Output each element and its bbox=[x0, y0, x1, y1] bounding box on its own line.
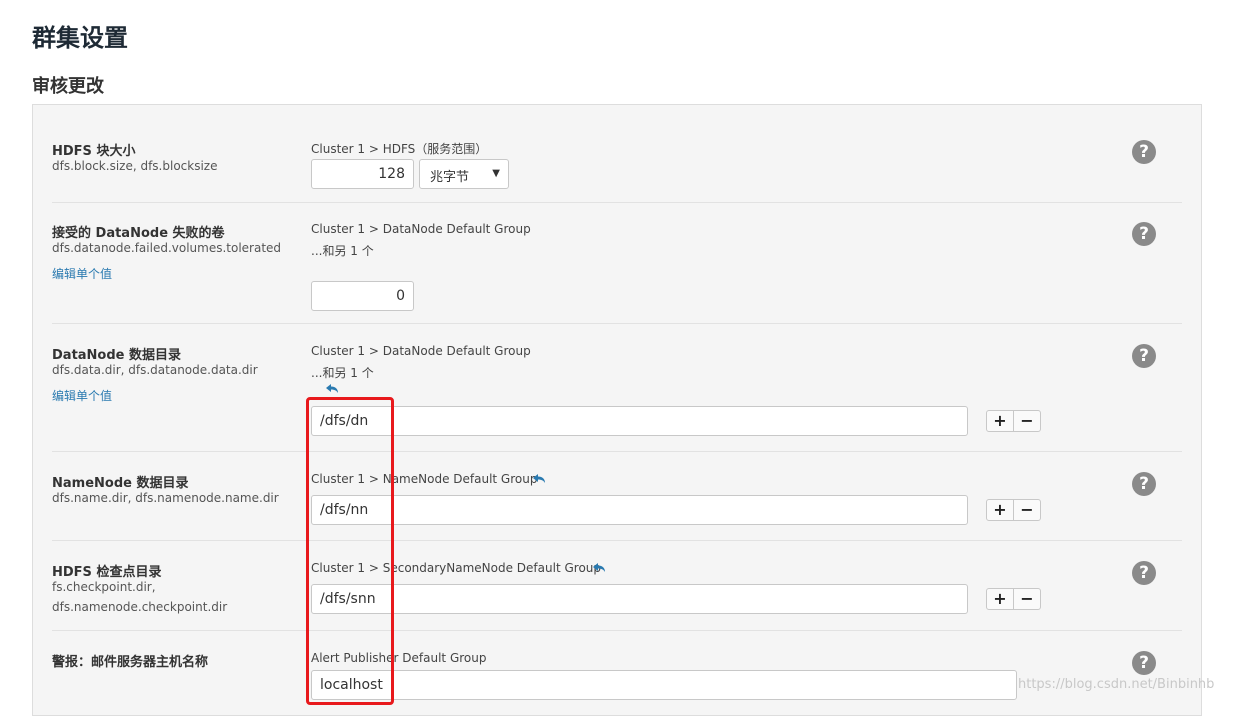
help-icon[interactable]: ? bbox=[1132, 651, 1156, 675]
setting-keys: dfs.name.dir, dfs.namenode.name.dir bbox=[52, 491, 279, 505]
checkpoint-dir-input[interactable] bbox=[311, 584, 968, 614]
setting-scope: Cluster 1 > DataNode Default Group bbox=[311, 344, 531, 358]
undo-icon[interactable] bbox=[592, 562, 606, 574]
block-size-input[interactable] bbox=[311, 159, 414, 189]
help-icon[interactable]: ? bbox=[1132, 472, 1156, 496]
setting-scope: Cluster 1 > SecondaryNameNode Default Gr… bbox=[311, 561, 602, 575]
setting-row-datanode-data-dir: DataNode 数据目录 dfs.data.dir, dfs.datanode… bbox=[52, 344, 1182, 452]
setting-scope: Cluster 1 > HDFS（服务范围） bbox=[311, 142, 488, 156]
setting-row-mail-server-host: 警报：邮件服务器主机名称 Alert Publisher Default Gro… bbox=[52, 651, 1182, 711]
help-icon[interactable]: ? bbox=[1132, 561, 1156, 585]
add-remove-buttons: + − bbox=[986, 588, 1041, 610]
edit-individual-values-link[interactable]: 编辑单个值 bbox=[52, 265, 112, 282]
more-groups-text: ...和另 1 个 bbox=[311, 366, 374, 380]
datanode-dir-input[interactable] bbox=[311, 406, 968, 436]
add-remove-buttons: + − bbox=[986, 499, 1041, 521]
add-button[interactable]: + bbox=[987, 589, 1013, 609]
add-remove-buttons: + − bbox=[986, 410, 1041, 432]
setting-keys: dfs.datanode.failed.volumes.tolerated bbox=[52, 241, 282, 255]
undo-icon[interactable] bbox=[325, 383, 339, 395]
setting-row-namenode-dir: NameNode 数据目录 dfs.name.dir, dfs.namenode… bbox=[52, 472, 1182, 541]
help-icon[interactable]: ? bbox=[1132, 344, 1156, 368]
setting-row-hdfs-block-size: HDFS 块大小 dfs.block.size, dfs.blocksize C… bbox=[52, 140, 1182, 203]
add-button[interactable]: + bbox=[987, 500, 1013, 520]
more-groups-text: ...和另 1 个 bbox=[311, 244, 374, 258]
help-icon[interactable]: ? bbox=[1132, 140, 1156, 164]
failed-volumes-input[interactable] bbox=[311, 281, 414, 311]
setting-name: 警报：邮件服务器主机名称 bbox=[52, 655, 209, 670]
setting-keys: fs.checkpoint.dir, bbox=[52, 580, 156, 594]
help-icon[interactable]: ? bbox=[1132, 222, 1156, 246]
remove-button[interactable]: − bbox=[1013, 589, 1040, 609]
setting-keys: dfs.namenode.checkpoint.dir bbox=[52, 600, 228, 614]
setting-row-failed-volumes: 接受的 DataNode 失败的卷 dfs.datanode.failed.vo… bbox=[52, 222, 1182, 324]
edit-individual-values-link[interactable]: 编辑单个值 bbox=[52, 387, 112, 404]
undo-icon[interactable] bbox=[532, 473, 546, 485]
dropdown-caret-icon: ▼ bbox=[492, 168, 500, 179]
remove-button[interactable]: − bbox=[1013, 411, 1040, 431]
unit-select-value: 兆字节 bbox=[430, 170, 470, 185]
setting-keys: dfs.data.dir, dfs.datanode.data.dir bbox=[52, 363, 258, 377]
remove-button[interactable]: − bbox=[1013, 500, 1040, 520]
unit-select[interactable]: 兆字节 ▼ bbox=[419, 159, 509, 189]
setting-scope: Cluster 1 > NameNode Default Group bbox=[311, 472, 538, 486]
mail-server-host-input[interactable] bbox=[311, 670, 1017, 700]
setting-keys: dfs.block.size, dfs.blocksize bbox=[52, 159, 218, 173]
add-button[interactable]: + bbox=[987, 411, 1013, 431]
setting-scope: Alert Publisher Default Group bbox=[311, 651, 487, 665]
page-title: 群集设置 bbox=[32, 24, 128, 52]
namenode-dir-input[interactable] bbox=[311, 495, 968, 525]
section-title: 审核更改 bbox=[32, 76, 104, 97]
watermark-text: https://blog.csdn.net/Binbinhb bbox=[1018, 677, 1215, 692]
setting-row-checkpoint-dir: HDFS 检查点目录 fs.checkpoint.dir, dfs.nameno… bbox=[52, 561, 1182, 631]
setting-scope: Cluster 1 > DataNode Default Group bbox=[311, 222, 531, 236]
